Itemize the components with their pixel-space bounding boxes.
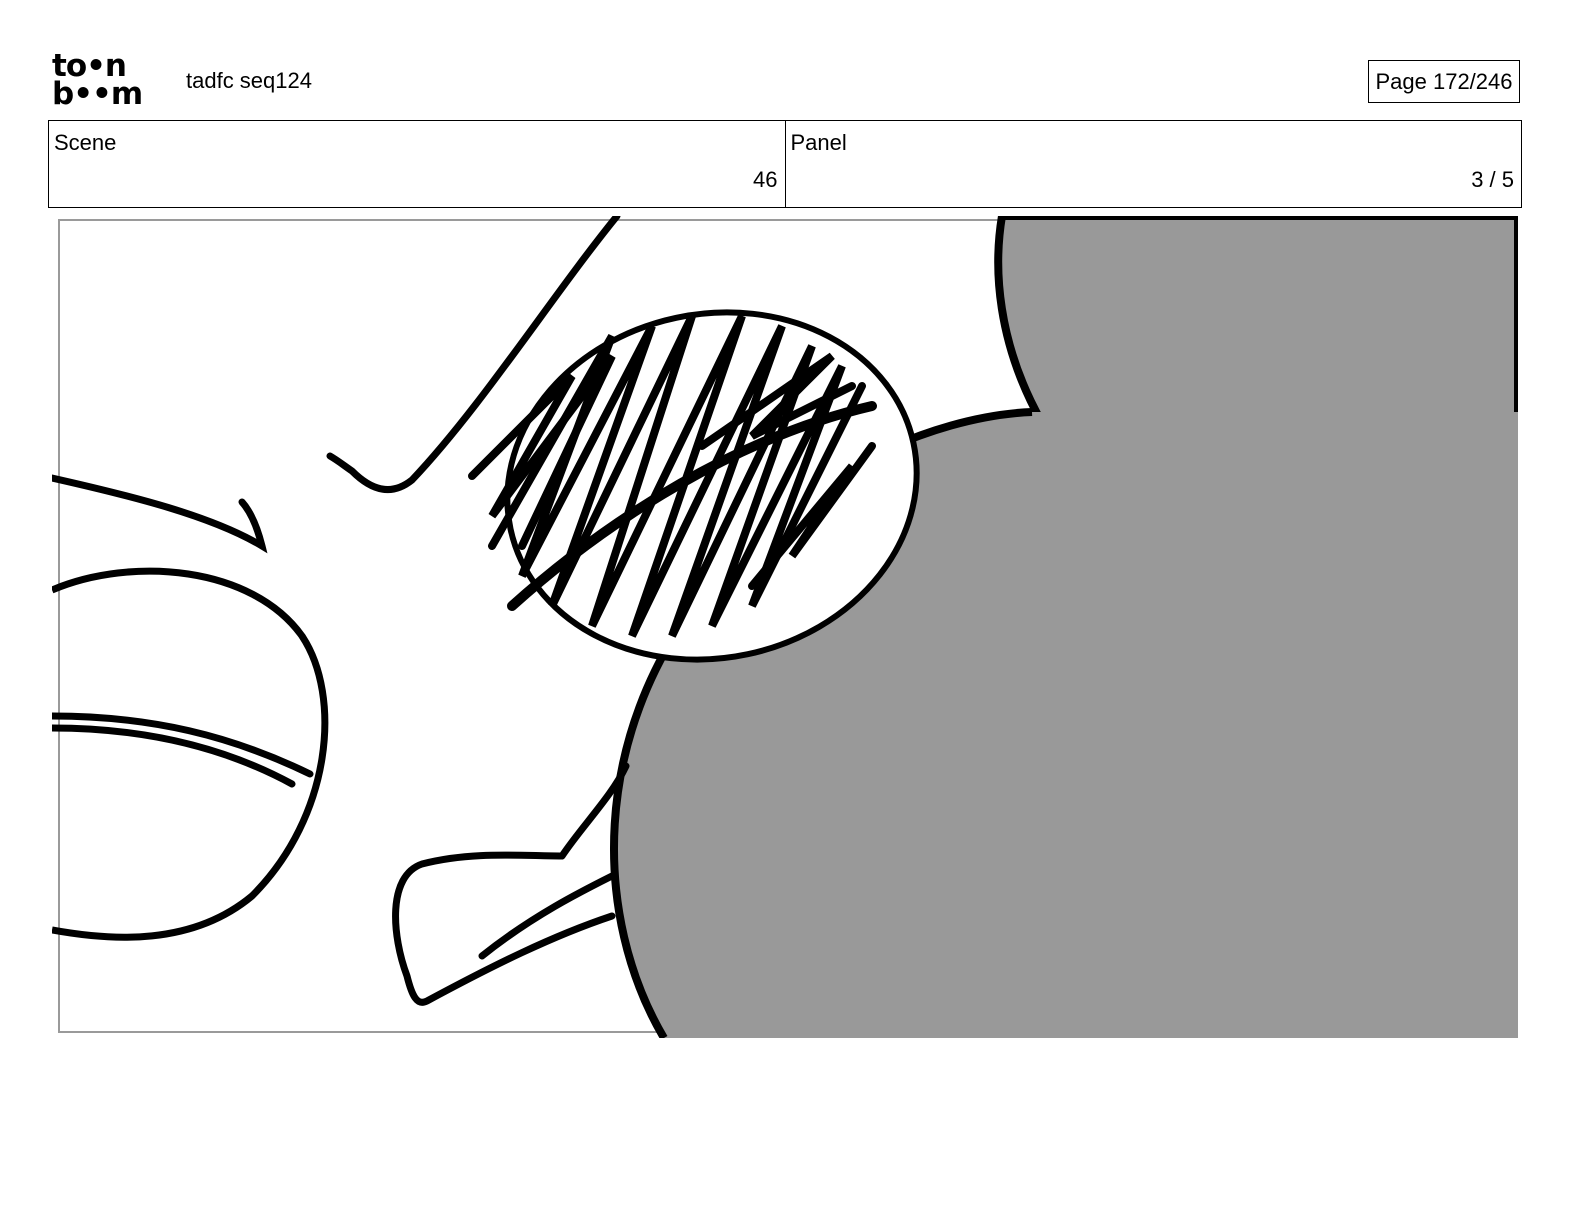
page-indicator: Page 172/246 [1368, 60, 1520, 103]
document-title: tadfc seq124 [186, 68, 312, 93]
scene-label: Scene [54, 130, 117, 155]
logo-text-bottom: b••m [52, 76, 143, 112]
scene-cell: Scene 46 [49, 121, 785, 207]
sketch-line-brow [52, 474, 268, 554]
scene-value: 46 [753, 167, 778, 192]
panel-label: Panel [790, 130, 847, 155]
panel-cell: Panel 3 / 5 [784, 121, 1522, 207]
scene-panel-info: Scene 46 Panel 3 / 5 [48, 120, 1522, 208]
panel-sketch [52, 216, 1518, 1038]
sketch-circle-left [52, 567, 329, 941]
toonboom-logo: to•n b••m [52, 51, 164, 112]
panel-value: 3 / 5 [1471, 167, 1514, 192]
storyboard-panel-image [52, 216, 1518, 1038]
